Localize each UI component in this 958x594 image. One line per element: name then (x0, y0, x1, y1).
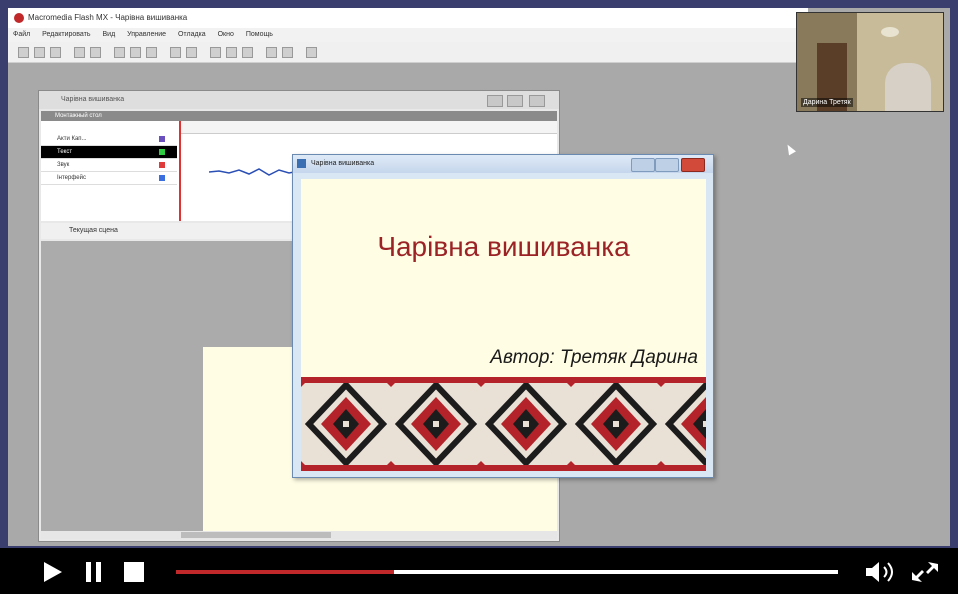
layer-color-swatch (159, 175, 165, 181)
flash-player-icon (297, 159, 306, 168)
undo-icon[interactable] (170, 47, 181, 58)
menu-view[interactable]: Вид (97, 28, 120, 42)
straighten-icon[interactable] (242, 47, 253, 58)
save-icon[interactable] (50, 47, 61, 58)
swf-heading: Чарівна вишиванка (377, 231, 630, 262)
menu-window[interactable]: Окно (213, 28, 239, 42)
layer-color-swatch (159, 149, 165, 155)
menu-help[interactable]: Помощь (241, 28, 278, 42)
layer-row[interactable]: Акти Кап... (41, 133, 177, 146)
webcam-name: Дарина Третяк (801, 98, 853, 107)
print-preview-icon[interactable] (90, 47, 101, 58)
document-titlebar: Чарівна вишиванка (39, 91, 559, 109)
swf-preview-window: Чарівна вишиванка Чарівна вишиванка Авто… (292, 154, 714, 478)
video-player-controls (0, 548, 958, 594)
menubar: Файл Редактировать Вид Управление Отладк… (8, 28, 808, 42)
layer-row[interactable]: Інтерфейс (41, 172, 177, 185)
redo-icon[interactable] (186, 47, 197, 58)
swf-close-button[interactable] (681, 158, 705, 172)
swf-minimize-button[interactable] (631, 158, 655, 172)
menu-edit[interactable]: Редактировать (37, 28, 95, 42)
webcam-overlay: Дарина Третяк (796, 12, 944, 112)
layer-row[interactable]: Звук (41, 159, 177, 172)
minimize-button[interactable] (487, 95, 503, 107)
rotate-icon[interactable] (266, 47, 277, 58)
swf-author: Автор: Третяк Дарина (490, 347, 698, 368)
stop-icon[interactable] (124, 562, 144, 582)
swf-content: Чарівна вишиванка Автор: Третяк Дарина (301, 179, 706, 471)
layer-name: Акти Кап... (57, 136, 87, 142)
print-icon[interactable] (74, 47, 85, 58)
app-titlebar: Macromedia Flash MX - Чарівна вишиванка (8, 8, 808, 28)
app-title: Macromedia Flash MX - Чарівна вишиванка (28, 13, 188, 22)
playhead[interactable] (179, 121, 181, 221)
layer-name: Звук (57, 162, 70, 168)
play-icon[interactable] (44, 562, 62, 582)
layer-row-selected[interactable]: Текст (41, 146, 177, 159)
copy-icon[interactable] (130, 47, 141, 58)
layer-color-swatch (159, 162, 165, 168)
timeline-header[interactable]: Монтажный стол (41, 111, 557, 121)
layer-name: Інтерфейс (57, 175, 86, 181)
swf-titlebar: Чарівна вишиванка (293, 155, 713, 173)
layer-list: Акти Кап... Текст Звук Інтерфейс (41, 133, 177, 185)
close-button[interactable] (529, 95, 545, 107)
layer-name: Текст (57, 149, 73, 155)
swf-title: Чарівна вишиванка (311, 160, 375, 167)
menu-file[interactable]: Файл (8, 28, 35, 42)
swf-maximize-button[interactable] (655, 158, 679, 172)
embroidery-pattern (301, 377, 706, 471)
new-file-icon[interactable] (18, 47, 29, 58)
open-file-icon[interactable] (34, 47, 45, 58)
webcam-lamp (881, 27, 899, 37)
snap-icon[interactable] (210, 47, 221, 58)
menu-control[interactable]: Управление (122, 28, 171, 42)
horizontal-scrollbar[interactable] (41, 531, 557, 539)
smooth-icon[interactable] (226, 47, 237, 58)
scrollbar-thumb[interactable] (181, 532, 331, 538)
scale-icon[interactable] (282, 47, 293, 58)
paste-icon[interactable] (146, 47, 157, 58)
pause-icon[interactable] (86, 562, 102, 582)
webcam-person (885, 63, 931, 111)
document-title: Чарівна вишиванка (61, 96, 125, 103)
frame-ruler[interactable] (179, 121, 557, 134)
align-icon[interactable] (306, 47, 317, 58)
maximize-button[interactable] (507, 95, 523, 107)
screen-share-frame: Macromedia Flash MX - Чарівна вишиванка … (8, 8, 950, 546)
flash-logo-icon (14, 13, 24, 23)
main-toolbar (8, 42, 808, 63)
volume-icon[interactable] (864, 560, 900, 584)
cut-icon[interactable] (114, 47, 125, 58)
layer-color-swatch (159, 136, 165, 142)
menu-debug[interactable]: Отладка (173, 28, 211, 42)
fullscreen-icon[interactable] (910, 560, 940, 584)
progress-bar[interactable] (176, 570, 838, 574)
progress-fill (176, 570, 395, 574)
